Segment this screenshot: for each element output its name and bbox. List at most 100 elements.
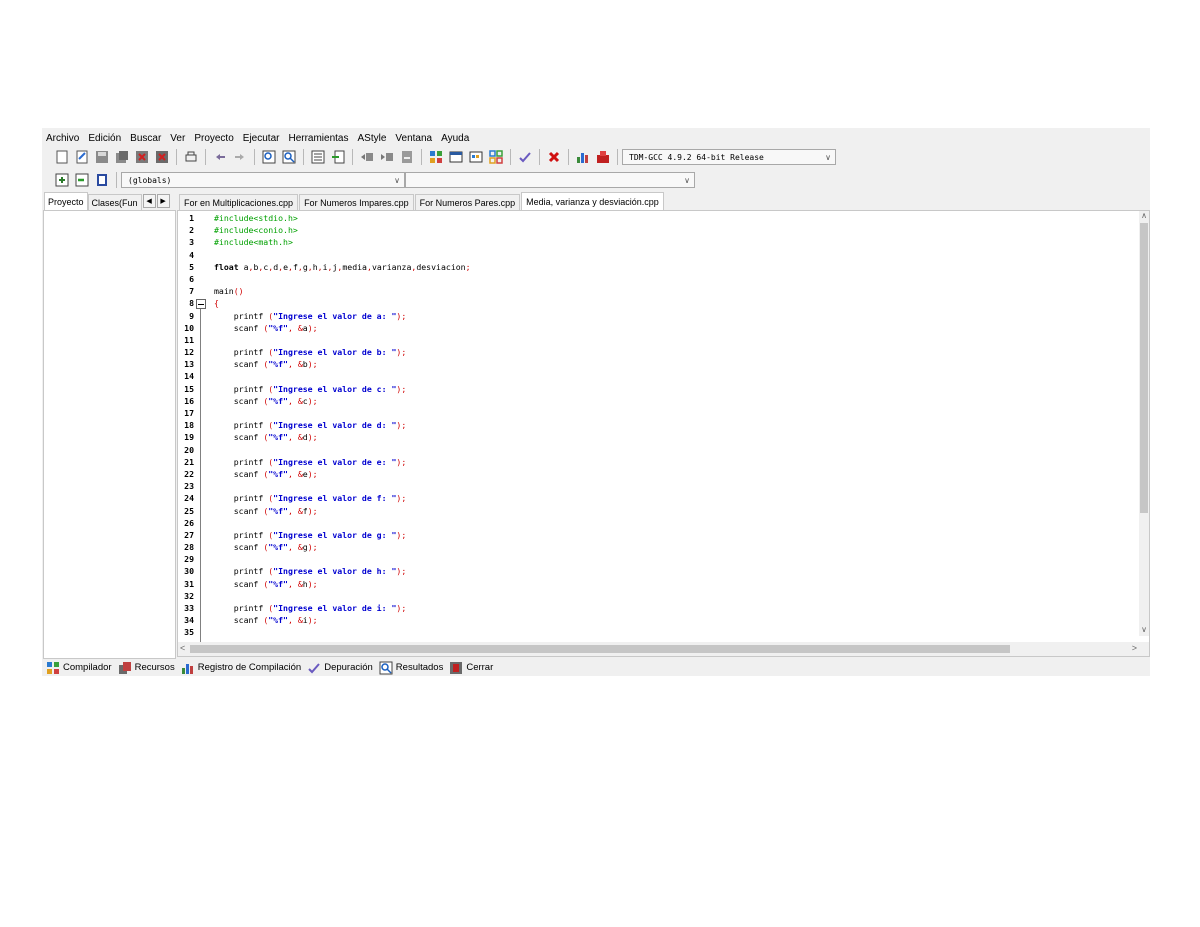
code-text: scanf ("%f", &a);	[233, 322, 318, 333]
toolbar-separator	[303, 149, 304, 165]
project-panel[interactable]	[43, 210, 176, 659]
run-button[interactable]	[448, 149, 464, 165]
delete-profile-icon	[597, 151, 609, 163]
save-all-button[interactable]	[114, 149, 130, 165]
save-all-icon	[116, 151, 128, 163]
horizontal-scroll-thumb[interactable]	[190, 645, 1010, 653]
compile-run-button[interactable]	[468, 149, 484, 165]
replace-button[interactable]	[281, 149, 297, 165]
delete-profile-button[interactable]	[595, 149, 611, 165]
line-number: 18	[184, 420, 194, 431]
fold-guide	[200, 305, 201, 645]
menu-ventana[interactable]: Ventana	[395, 133, 432, 144]
tab-cerrar-label: Cerrar	[466, 662, 494, 673]
code-text: scanf ("%f", &e);	[233, 468, 318, 479]
goto-bookmark-icon	[97, 174, 107, 186]
resources-icon	[118, 661, 131, 674]
tab-compilador[interactable]: Compilador	[46, 661, 112, 675]
scroll-down-icon[interactable]: ∨	[1139, 625, 1149, 634]
toolbar-separator	[510, 149, 511, 165]
goto-line-button[interactable]	[310, 149, 326, 165]
close-file-button[interactable]	[134, 149, 150, 165]
tab-scroll-left-button[interactable]: ◀	[142, 194, 156, 208]
indent-button[interactable]	[359, 149, 375, 165]
vertical-scroll-thumb[interactable]	[1140, 223, 1148, 513]
menu-edicion[interactable]: Edición	[88, 133, 121, 144]
redo-button[interactable]	[232, 149, 248, 165]
scroll-right-icon[interactable]: >	[1132, 643, 1137, 653]
menu-herramientas[interactable]: Herramientas	[288, 133, 348, 144]
profile-button[interactable]	[575, 149, 591, 165]
menu-ver[interactable]: Ver	[170, 133, 185, 144]
unindent-button[interactable]	[379, 149, 395, 165]
line-number: 32	[184, 590, 194, 601]
function-select[interactable]: ∨	[405, 172, 695, 188]
tab-registro-compilacion[interactable]: Registro de Compilación	[181, 661, 301, 675]
fold-collapse-icon[interactable]	[196, 299, 206, 310]
tab-proyecto[interactable]: Proyecto	[44, 192, 88, 210]
line-number: 34	[184, 615, 194, 626]
undo-button[interactable]	[212, 149, 228, 165]
menu-ayuda[interactable]: Ayuda	[441, 133, 469, 144]
line-number: 16	[184, 395, 194, 406]
compile-button[interactable]	[428, 149, 444, 165]
code-text: scanf ("%f", &c);	[233, 395, 318, 406]
goto-bookmark-button[interactable]	[94, 172, 110, 188]
print-button[interactable]	[183, 149, 199, 165]
line-number: 3	[189, 237, 194, 248]
file-tab[interactable]: For Numeros Impares.cpp	[299, 194, 414, 210]
compile-icon	[430, 151, 442, 163]
tab-resultados[interactable]: Resultados	[379, 661, 443, 675]
code-editor[interactable]: 1 #include<stdio.h> 2 #include<conio.h> 3 #in…	[177, 210, 1150, 657]
menu-archivo[interactable]: Archivo	[46, 133, 79, 144]
syntax-check-button[interactable]	[517, 149, 533, 165]
file-tab-active[interactable]: Media, varianza y desviación.cpp	[521, 192, 664, 210]
menu-astyle[interactable]: AStyle	[358, 133, 387, 144]
code-text: printf ("Ingrese el valor de c: ");	[233, 383, 407, 394]
toolbar-separator	[116, 172, 117, 188]
file-tab[interactable]: For en Multiplicaciones.cpp	[179, 194, 299, 210]
close-all-button[interactable]	[154, 149, 170, 165]
tab-depuracion[interactable]: Depuración	[307, 661, 373, 675]
insert-icon	[55, 173, 69, 187]
vertical-scrollbar[interactable]: ∧ ∨	[1139, 211, 1149, 636]
horizontal-scrollbar[interactable]: < >	[178, 642, 1149, 656]
code-text: main()	[214, 286, 244, 297]
tab-scroll-right-button[interactable]: ▶	[156, 194, 170, 208]
scroll-left-icon[interactable]: <	[180, 643, 185, 653]
ide-window: Archivo Edición Buscar Ver Proyecto Ejec…	[42, 128, 1150, 676]
open-file-button[interactable]	[74, 149, 90, 165]
replace-icon	[282, 150, 296, 164]
find-button[interactable]	[261, 149, 277, 165]
insert-button[interactable]	[54, 172, 70, 188]
stop-execution-button[interactable]	[546, 149, 562, 165]
bookmark-button[interactable]	[330, 149, 346, 165]
check-icon	[519, 152, 531, 163]
compiler-select[interactable]: TDM-GCC 4.9.2 64-bit Release ∨	[622, 149, 836, 165]
file-tab[interactable]: For Numeros Pares.cpp	[414, 194, 521, 210]
toggle-bookmark-button[interactable]	[74, 172, 90, 188]
tab-clases[interactable]: Clases(Fun	[87, 194, 142, 210]
menu-ejecutar[interactable]: Ejecutar	[243, 133, 280, 144]
line-number: 9	[189, 310, 194, 321]
print-icon	[185, 151, 197, 162]
scope-select[interactable]: (globals) ∨	[121, 172, 405, 188]
menu-buscar[interactable]: Buscar	[130, 133, 161, 144]
compile-run-icon	[469, 151, 483, 163]
save-button[interactable]	[94, 149, 110, 165]
menu-proyecto[interactable]: Proyecto	[194, 133, 233, 144]
toggle-comment-icon	[402, 151, 412, 163]
new-file-button[interactable]	[54, 149, 70, 165]
compiler-grid-icon	[47, 661, 59, 674]
line-number: 27	[184, 529, 194, 540]
scope-select-value: (globals)	[128, 175, 172, 185]
scroll-up-icon[interactable]: ∧	[1139, 211, 1149, 220]
toggle-comment-button[interactable]	[399, 149, 415, 165]
tab-recursos[interactable]: Recursos	[118, 661, 175, 675]
toolbar-separator	[568, 149, 569, 165]
line-number: 24	[184, 493, 194, 504]
rebuild-all-button[interactable]	[488, 149, 504, 165]
code-text: float a,b,c,d,e,f,g,h,i,j,media,varianza…	[214, 261, 471, 272]
line-number: 31	[184, 578, 194, 589]
tab-cerrar[interactable]: Cerrar	[449, 661, 493, 675]
